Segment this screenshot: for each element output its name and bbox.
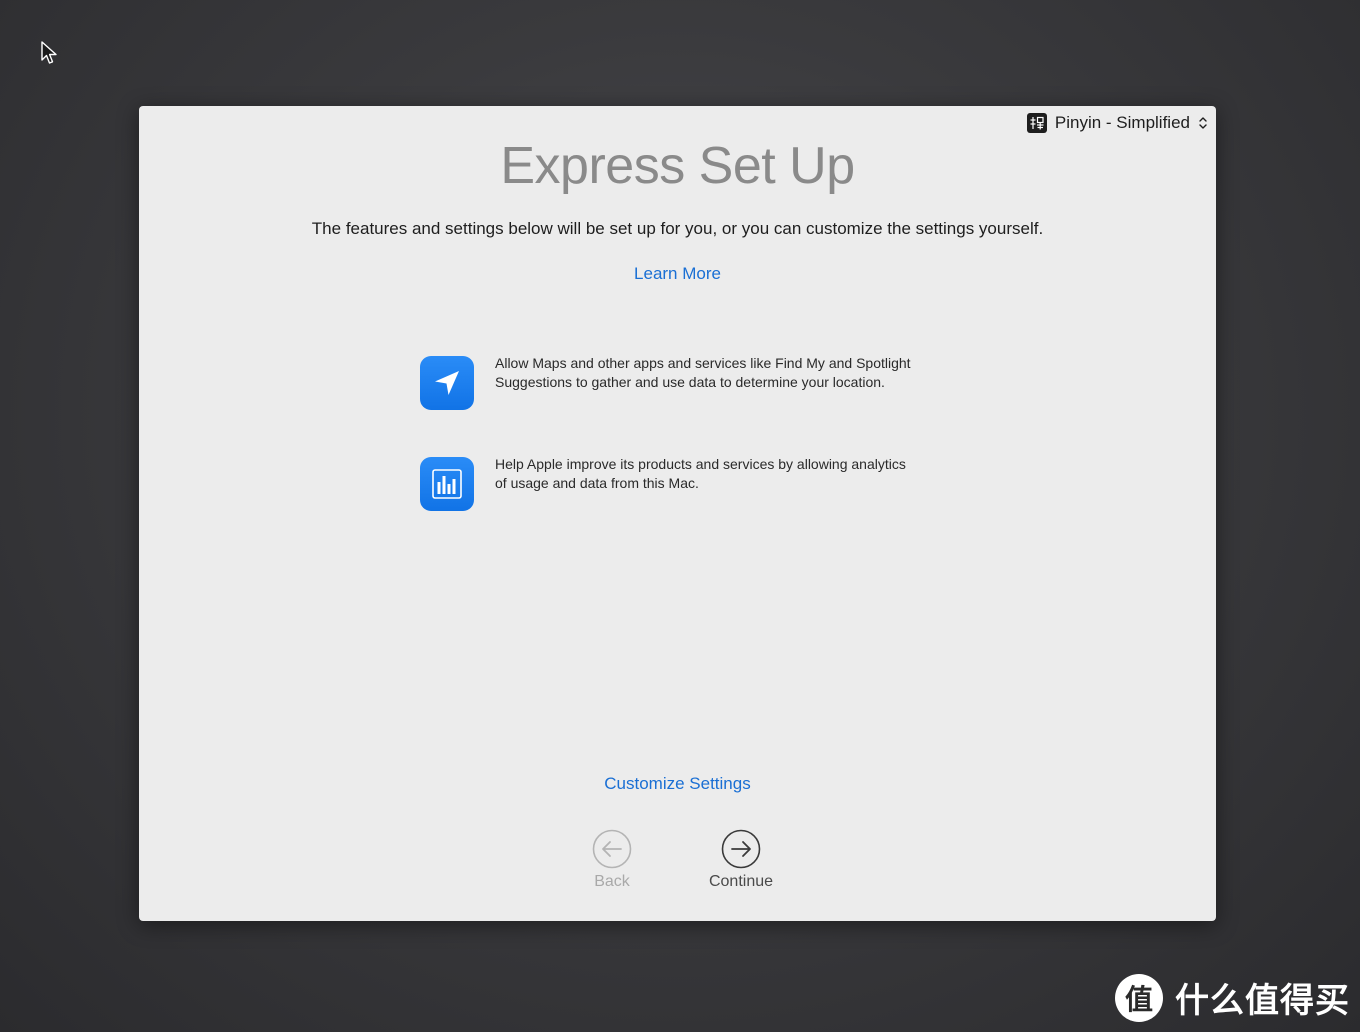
updown-chevron-icon: [1199, 117, 1207, 129]
feature-analytics-text: Help Apple improve its products and serv…: [495, 456, 906, 491]
watermark-logo: 值: [1115, 973, 1163, 1022]
pinyin-input-icon: [1026, 113, 1047, 133]
forward-arrow-icon: [721, 829, 761, 869]
page-subtitle: The features and settings below will be …: [311, 219, 1044, 238]
input-source-label: Pinyin - Simplified: [1054, 113, 1190, 132]
input-source-menu[interactable]: Pinyin - Simplified: [1026, 112, 1208, 134]
watermark-text: 什么值得买: [1175, 982, 1350, 1020]
back-button[interactable]: Back: [567, 829, 657, 891]
learn-more-link[interactable]: Learn More: [139, 264, 1216, 284]
site-watermark: 值 什么值得买: [1115, 973, 1350, 1022]
continue-label: Continue: [708, 873, 774, 890]
continue-button[interactable]: Continue: [696, 829, 786, 891]
feature-location: Allow Maps and other apps and services l…: [420, 355, 915, 410]
feature-analytics: Help Apple improve its products and serv…: [420, 456, 915, 511]
back-arrow-icon: [592, 829, 632, 869]
mouse-pointer-icon: [41, 41, 57, 64]
customize-settings-link[interactable]: Customize Settings: [139, 774, 1216, 794]
page-title: Express Set Up: [500, 137, 855, 195]
analytics-chart-icon: [420, 457, 474, 511]
setup-assistant-window: Pinyin - Simplified Express Set Up The f…: [139, 106, 1216, 921]
feature-location-text: Allow Maps and other apps and services l…: [495, 355, 911, 390]
back-label: Back: [594, 873, 630, 890]
location-arrow-icon: [420, 356, 474, 410]
